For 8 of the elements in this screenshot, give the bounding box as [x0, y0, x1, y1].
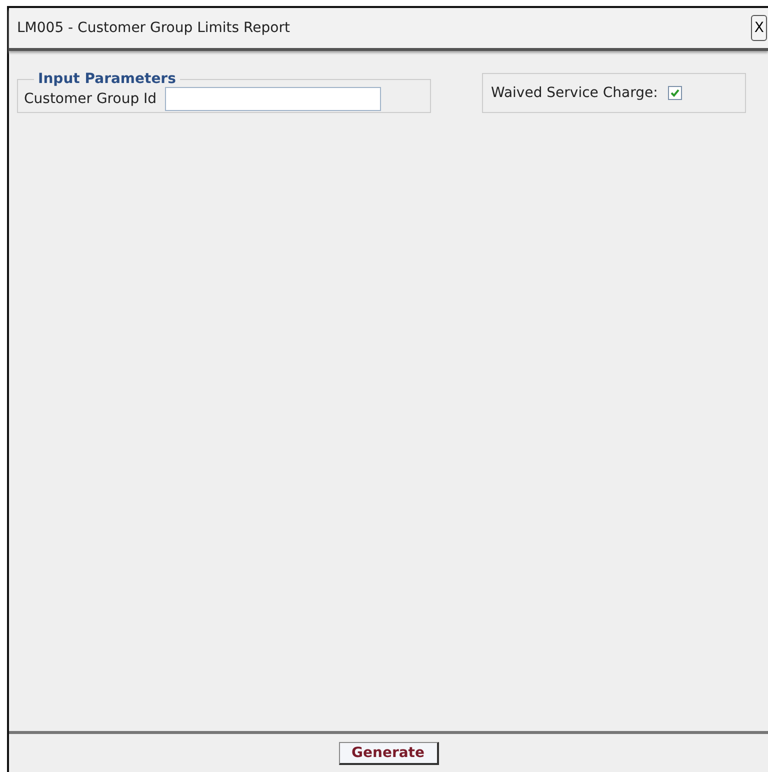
customer-group-id-field[interactable]	[164, 87, 381, 111]
group-legend: Input Parameters	[34, 71, 180, 87]
close-button[interactable]: X	[751, 15, 767, 41]
generate-button[interactable]: Generate	[338, 742, 438, 764]
checkbox[interactable]	[668, 86, 682, 100]
checkbox-label: Waived Service Charge:	[491, 85, 658, 101]
field-label: Customer Group Id	[24, 91, 157, 107]
window-title: LM005 - Customer Group Limits Report	[17, 20, 290, 36]
